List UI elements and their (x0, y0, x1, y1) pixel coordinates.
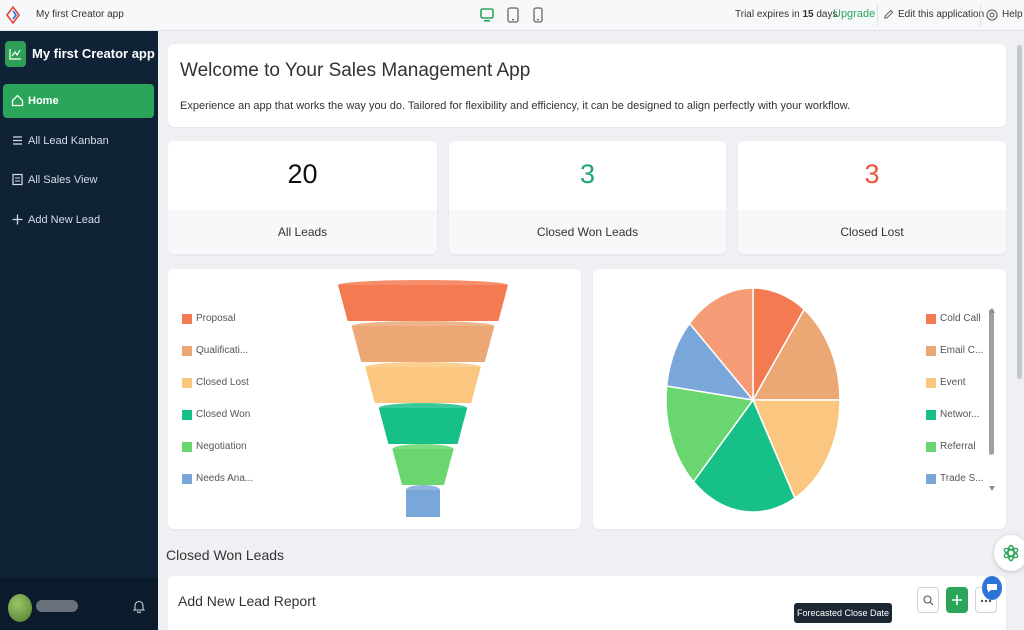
ai-assistant-button[interactable] (994, 535, 1024, 571)
kpi-value: 3 (579, 159, 596, 189)
closed-won-leads-title: Closed Won Leads (166, 547, 285, 563)
legend-label: Proposal (196, 313, 236, 324)
legend-label: Closed Lost (196, 377, 249, 388)
divider (980, 4, 981, 26)
legend-swatch (926, 346, 936, 356)
legend-label: Qualificati... (196, 345, 249, 356)
chart-icon (9, 49, 21, 60)
legend-label: Trade S... (940, 473, 984, 484)
legend-swatch (182, 410, 192, 420)
sidebar: My first Creator app Home All Lead Kanba… (0, 31, 158, 630)
sidebar-footer (0, 578, 158, 630)
scroll-up-icon[interactable] (988, 307, 996, 315)
legend-swatch (182, 442, 192, 452)
legend-swatch (926, 410, 936, 420)
upgrade-link[interactable]: Upgrade (833, 8, 875, 20)
sidebar-item-label: All Sales View (28, 174, 98, 186)
tooltip: Forecasted Close Date (794, 603, 892, 623)
report-title: Add New Lead Report (178, 593, 316, 609)
legend-label: Closed Won (196, 409, 251, 420)
funnel-chart-card: Proposal Qualificati... Closed Lost Closed … (168, 269, 581, 529)
sidebar-item-label: Home (28, 95, 59, 107)
chat-icon (987, 584, 997, 593)
help-icon (986, 9, 998, 21)
sidebar-header: My first Creator app (0, 31, 158, 75)
search-icon (923, 595, 934, 606)
tablet-icon[interactable] (504, 6, 522, 24)
kpi-card-closed-lost[interactable]: 3 Closed Lost (738, 141, 1006, 254)
welcome-subtitle: Experience an app that works the way you… (180, 100, 851, 112)
funnel-segment[interactable] (406, 485, 440, 517)
funnel-segment[interactable] (351, 321, 495, 362)
welcome-card: Welcome to Your Sales Management App Exp… (168, 44, 1006, 127)
scroll-down-icon[interactable] (988, 484, 996, 492)
legend-label: Negotiation (196, 441, 247, 452)
plus-icon (952, 595, 962, 605)
legend-swatch (926, 474, 936, 484)
ai-assistant-icon (1003, 544, 1019, 562)
funnel-segment[interactable] (392, 444, 454, 485)
kpi-label: Closed Won Leads (449, 210, 726, 254)
funnel-segment[interactable] (338, 280, 508, 321)
legend-swatch (926, 378, 936, 388)
list-icon (13, 136, 22, 145)
kpi-label: All Leads (168, 210, 437, 254)
sidebar-item-home[interactable]: Home (3, 84, 154, 118)
sidebar-item-label: Add New Lead (28, 214, 101, 226)
legend-swatch (182, 346, 192, 356)
legend-swatch (926, 442, 936, 452)
add-record-button[interactable] (946, 587, 968, 613)
kpi-card-closed-won[interactable]: 3 Closed Won Leads (449, 141, 726, 254)
legend-scroll-thumb[interactable] (989, 309, 994, 455)
legend-label: Cold Call (940, 313, 981, 324)
app-title: My first Creator app (36, 9, 124, 20)
bell-icon[interactable] (132, 599, 146, 613)
funnel-chart (338, 280, 508, 517)
username-redacted (36, 600, 78, 612)
avatar[interactable] (8, 594, 32, 622)
legend-swatch (182, 474, 192, 484)
kpi-card-all-leads[interactable]: 20 All Leads (168, 141, 437, 254)
top-bar: My first Creator app Trial expires in 15… (0, 0, 1024, 31)
funnel-segment[interactable] (378, 403, 468, 444)
sidebar-item-add-new-lead[interactable]: Add New Lead (3, 203, 154, 237)
legend-label: Needs Ana... (196, 473, 254, 484)
funnel-segment[interactable] (365, 362, 481, 403)
sidebar-app-name: My first Creator app (32, 46, 155, 61)
legend-label: Referral (940, 441, 976, 452)
page-scroll-thumb[interactable] (1017, 45, 1022, 379)
pencil-icon (884, 9, 894, 19)
report-icon (12, 173, 23, 186)
search-button[interactable] (917, 587, 939, 613)
trial-notice: Trial expires in 15 days (735, 9, 837, 20)
kpi-label: Closed Lost (738, 210, 1006, 254)
zoho-creator-logo[interactable] (5, 6, 21, 24)
legend-swatch (926, 314, 936, 324)
chat-button[interactable] (982, 576, 1002, 600)
help-link[interactable]: Help (1002, 9, 1023, 20)
divider (877, 4, 878, 26)
sidebar-item-all-sales-view[interactable]: All Sales View (3, 163, 154, 197)
mobile-icon[interactable] (529, 6, 547, 24)
pie-chart-card: Cold Call Email C... Event Networ... Referra… (593, 269, 1006, 529)
trial-prefix: Trial expires in (735, 9, 800, 20)
legend-swatch (182, 378, 192, 388)
sidebar-item-label: All Lead Kanban (28, 135, 109, 147)
legend-label: Event (940, 377, 966, 388)
plus-icon (12, 214, 23, 225)
home-icon (11, 94, 24, 107)
app-icon (5, 41, 26, 67)
welcome-title: Welcome to Your Sales Management App (180, 60, 531, 81)
main-content: Welcome to Your Sales Management App Exp… (158, 31, 1016, 630)
edit-application-link[interactable]: Edit this application (898, 9, 984, 20)
kpi-value: 3 (864, 159, 880, 189)
desktop-icon[interactable] (478, 6, 496, 24)
pie-chart (665, 287, 841, 513)
trial-days: 15 (802, 9, 814, 20)
legend-label: Email C... (940, 345, 984, 356)
kpi-value: 20 (287, 159, 318, 189)
sidebar-item-all-lead-kanban[interactable]: All Lead Kanban (3, 124, 154, 158)
legend-swatch (182, 314, 192, 324)
legend-label: Networ... (940, 409, 980, 420)
